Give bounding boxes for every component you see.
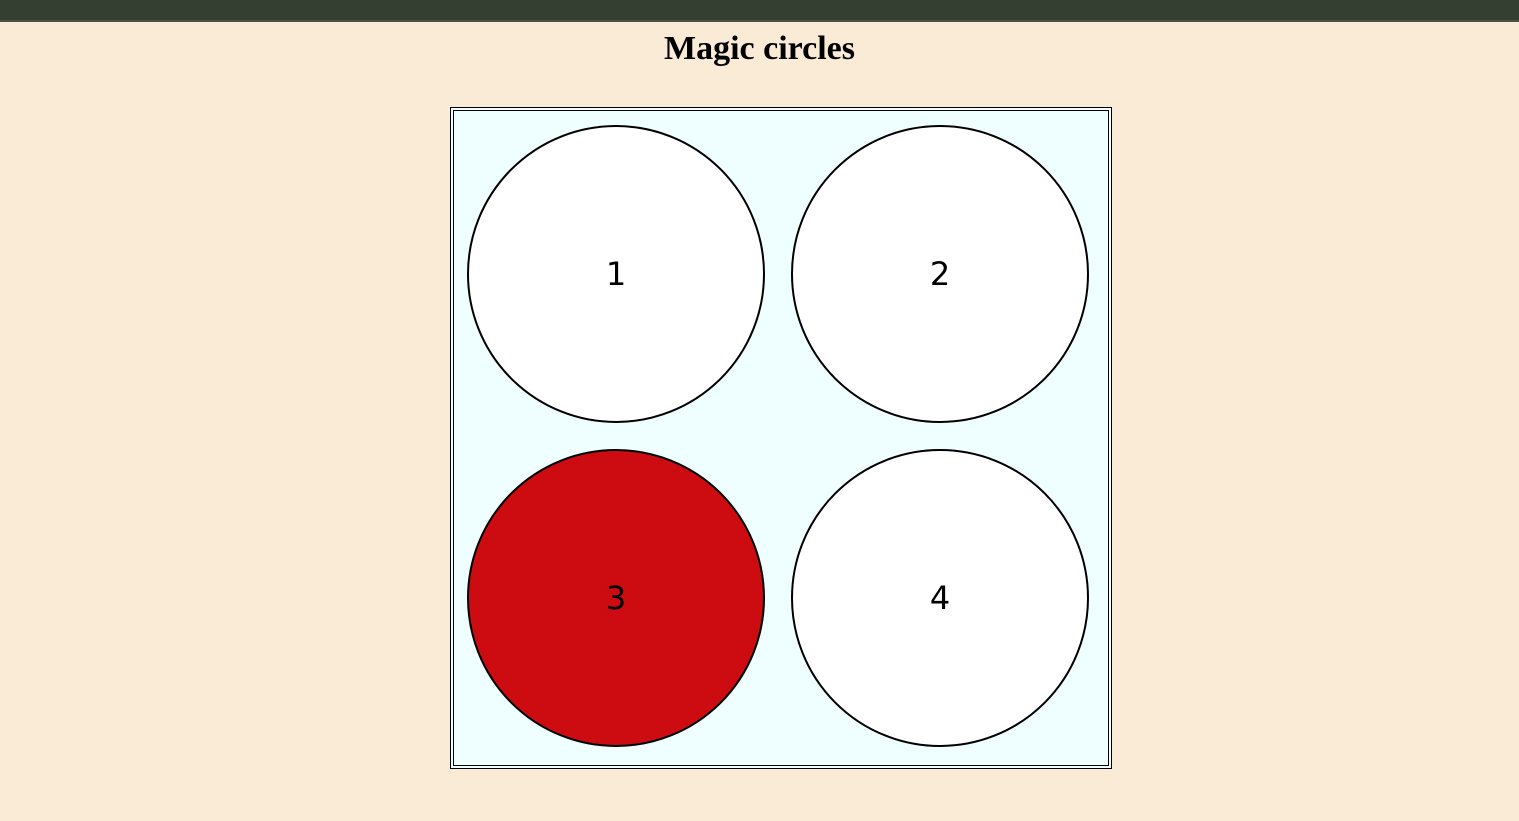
magic-circle-1[interactable]: 1 bbox=[467, 125, 765, 423]
top-bar bbox=[0, 0, 1519, 22]
magic-circle-3[interactable]: 3 bbox=[467, 449, 765, 747]
magic-circle-4[interactable]: 4 bbox=[791, 449, 1089, 747]
magic-circle-2[interactable]: 2 bbox=[791, 125, 1089, 423]
circle-label: 3 bbox=[605, 579, 627, 617]
circle-label: 1 bbox=[605, 255, 627, 293]
circle-label: 2 bbox=[929, 255, 951, 293]
page-title: Magic circles bbox=[663, 30, 855, 67]
game-board: 1 2 3 4 bbox=[450, 107, 1112, 769]
circle-label: 4 bbox=[929, 579, 951, 617]
